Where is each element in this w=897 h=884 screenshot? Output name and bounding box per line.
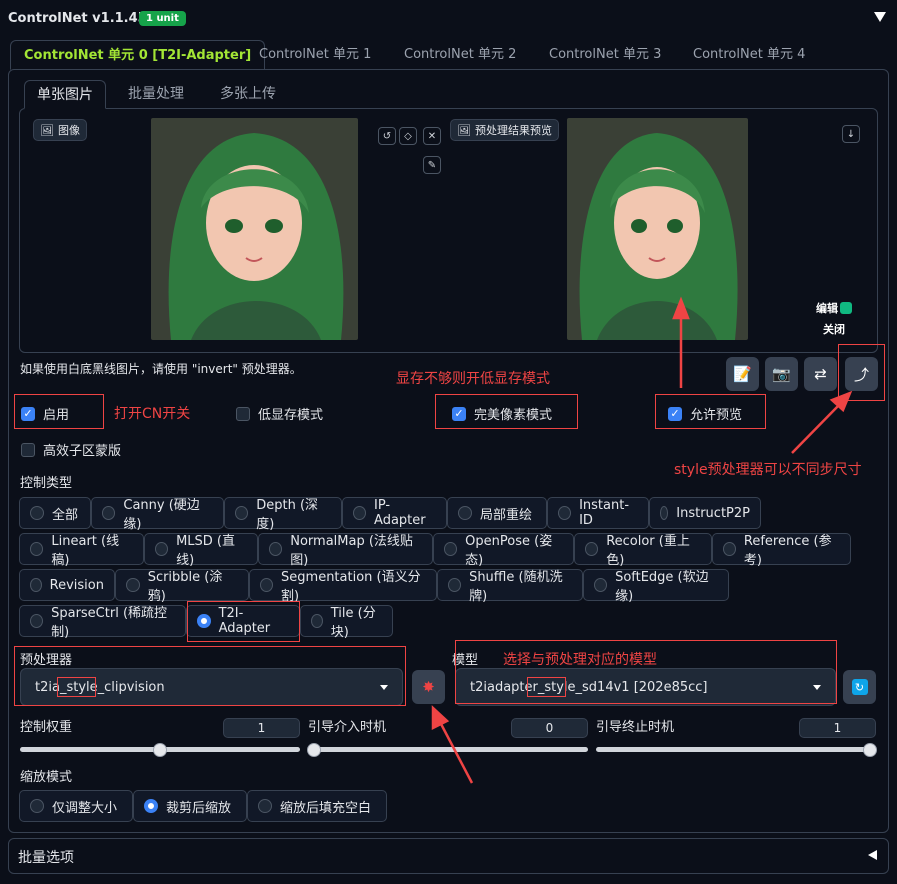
arrow-send-dimensions-head xyxy=(829,390,853,413)
arrow-send-dimensions xyxy=(791,403,841,454)
annotation-arrows xyxy=(431,296,853,784)
arrow-preview-head xyxy=(672,296,690,320)
arrow-run-preprocessor-head xyxy=(431,705,450,731)
arrow-run-preprocessor xyxy=(438,721,474,784)
